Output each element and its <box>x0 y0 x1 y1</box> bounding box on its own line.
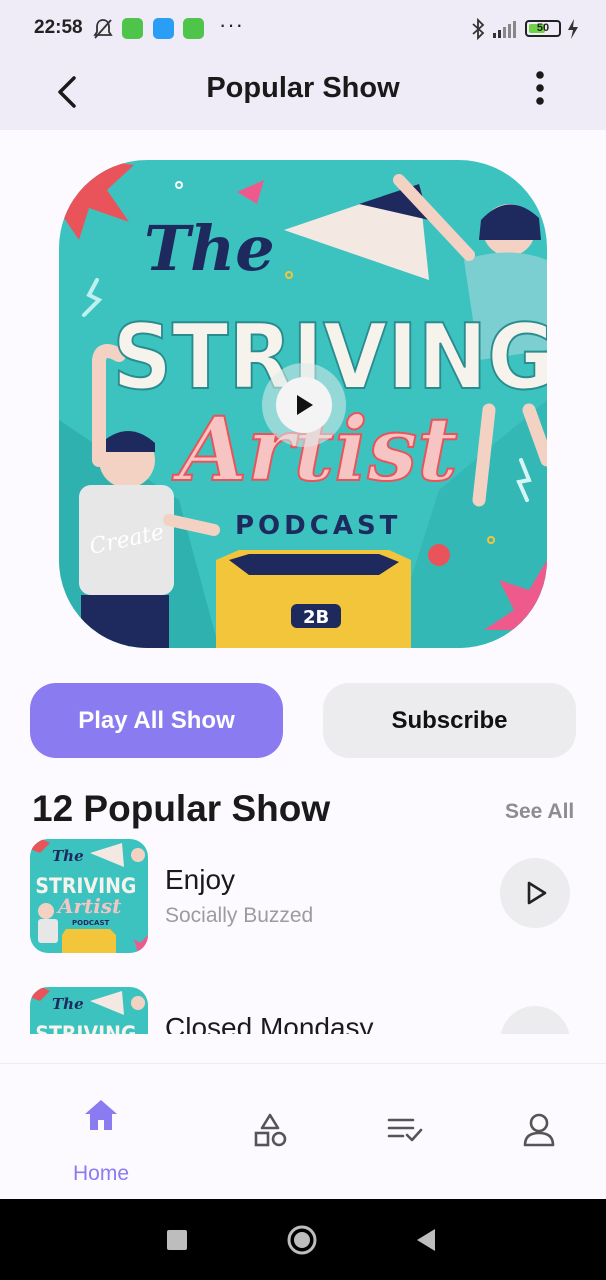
more-options-button[interactable] <box>520 70 560 114</box>
list-item[interactable]: The STRIVING Artist PODCAST Enjoy Social… <box>0 836 606 956</box>
system-navigation-bar <box>0 1199 606 1280</box>
episode-list: The STRIVING Artist PODCAST Enjoy Social… <box>0 836 606 1034</box>
app-notification-icon <box>153 18 174 39</box>
mute-bell-icon <box>93 19 113 39</box>
svg-text:The: The <box>52 847 84 865</box>
bottom-navigation: Home <box>0 1063 606 1200</box>
profile-icon <box>523 1113 555 1147</box>
home-circle-icon[interactable] <box>286 1224 318 1256</box>
back-triangle-icon[interactable] <box>415 1227 437 1253</box>
app-notification-icon <box>122 18 143 39</box>
episode-subtitle: Socially Buzzed <box>165 904 314 927</box>
cover-title-the: The <box>144 212 275 285</box>
app-bar: Popular Show <box>0 58 606 130</box>
nav-playlist[interactable] <box>355 1064 455 1200</box>
page-title: Popular Show <box>206 72 400 104</box>
subscribe-button[interactable]: Subscribe <box>323 683 576 758</box>
episode-play-button[interactable] <box>500 1006 570 1034</box>
episode-thumbnail: The STRIVING Artist PODCAST <box>30 839 148 953</box>
charging-icon <box>568 19 578 39</box>
play-all-button[interactable]: Play All Show <box>30 683 283 758</box>
status-overflow: ··· <box>219 12 244 37</box>
playlist-check-icon <box>387 1118 423 1142</box>
svg-text:The: The <box>52 995 84 1013</box>
app-notification-icon <box>183 18 204 39</box>
episode-title: Enjoy <box>165 864 236 895</box>
recents-icon[interactable] <box>166 1229 188 1251</box>
cover-box-label: 2B <box>303 607 329 628</box>
more-vertical-icon <box>536 71 544 105</box>
nav-discover[interactable] <box>220 1064 320 1200</box>
status-bar: 22:58 ··· 50 <box>0 0 606 58</box>
signal-icon <box>493 21 516 38</box>
svg-text:STRIVING: STRIVING <box>35 1021 136 1034</box>
svg-text:PODCAST: PODCAST <box>72 919 109 927</box>
cover-title-podcast: PODCAST <box>235 511 401 541</box>
episode-thumbnail: The STRIVING <box>30 987 148 1034</box>
nav-home-label: Home <box>72 1162 130 1185</box>
episode-play-button[interactable] <box>500 858 570 928</box>
bluetooth-icon <box>472 18 485 40</box>
shapes-icon <box>254 1113 287 1147</box>
section-title: 12 Popular Show <box>32 788 331 829</box>
nav-home[interactable]: Home <box>51 1064 151 1200</box>
svg-text:Artist: Artist <box>56 894 122 918</box>
episode-title: Closed Mondasy <box>165 1012 374 1034</box>
battery-icon: 50 <box>525 20 561 37</box>
play-outline-icon <box>527 881 547 905</box>
home-icon <box>85 1100 117 1130</box>
list-item[interactable]: The STRIVING Closed Mondasy <box>0 984 606 1034</box>
nav-profile[interactable] <box>489 1064 589 1200</box>
see-all-link[interactable]: See All <box>505 800 574 824</box>
cover-play-button[interactable] <box>262 363 346 447</box>
play-icon <box>297 395 313 415</box>
battery-level: 50 <box>536 22 550 34</box>
status-time: 22:58 <box>34 17 83 38</box>
